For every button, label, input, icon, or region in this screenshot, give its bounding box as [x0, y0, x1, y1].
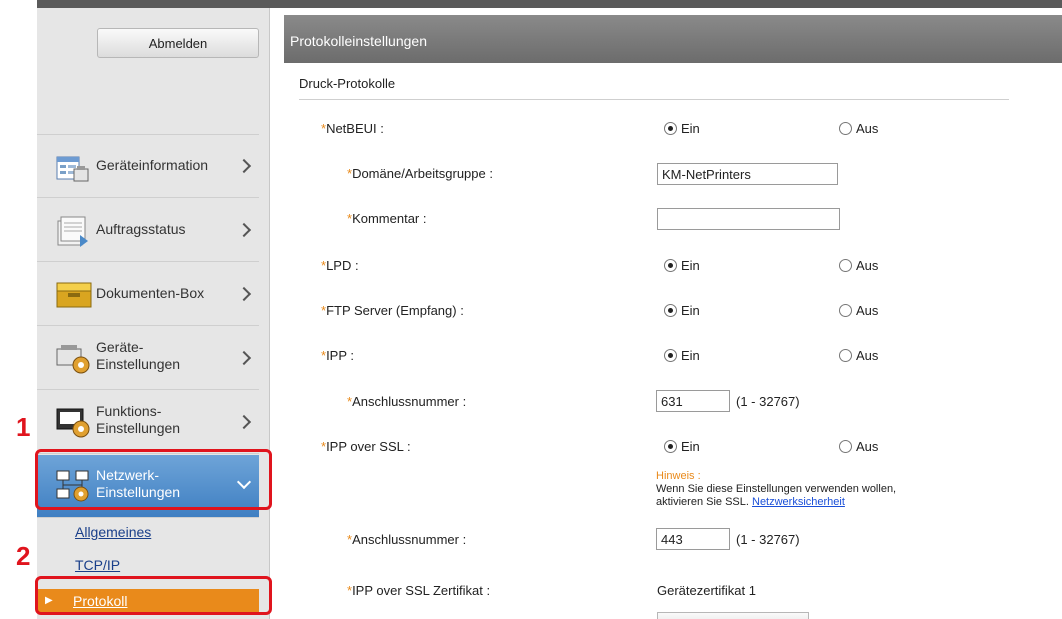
ipp-label: *IPP : [321, 348, 355, 363]
ftp-off-radio[interactable]: Aus [839, 303, 878, 318]
callout-box-1 [35, 449, 272, 510]
sidebar-item-label: Auftragsstatus [96, 221, 186, 237]
sidebar-item-device-info[interactable]: Geräteinformation [37, 135, 259, 198]
netbeui-on-radio[interactable]: Ein [664, 121, 700, 136]
domain-label: *Domäne/Arbeitsgruppe : [347, 166, 493, 181]
left-gutter [0, 0, 37, 619]
chevron-right-icon [236, 222, 252, 238]
sidebar-item-label: Dokumenten-Box [96, 285, 205, 301]
network-security-link[interactable]: Netzwerksicherheit [752, 496, 845, 508]
sidebar-item-function-settings[interactable]: Funktions- Einstellungen [37, 391, 259, 454]
chevron-right-icon [236, 414, 252, 430]
radio-unchecked-icon [839, 122, 852, 135]
callout-box-2 [35, 576, 272, 615]
hint-line-1: Wenn Sie diese Einstellungen verwenden w… [656, 483, 897, 495]
sub-item-tcpip[interactable]: TCP/IP [75, 557, 120, 573]
sidebar-item-label-line1: Geräte- [96, 339, 144, 355]
device-settings-icon [56, 345, 90, 374]
top-bar [37, 0, 1062, 8]
chevron-right-icon [236, 286, 252, 302]
ipp-port-range: (1 - 32767) [736, 394, 800, 409]
ipp-ssl-port-label: *Anschlussnummer : [347, 532, 467, 547]
comment-label: *Kommentar : [347, 211, 427, 226]
logout-button[interactable]: Abmelden [97, 28, 259, 58]
sidebar: Abmelden Geräteinformation Auftragsstatu… [37, 8, 270, 619]
panel-header: Protokolleinstellungen [284, 15, 1062, 63]
ftp-on-radio[interactable]: Ein [664, 303, 700, 318]
section-divider [299, 99, 1009, 100]
lpd-label: *LPD : [321, 258, 359, 273]
sidebar-item-label-line2: Einstellungen [96, 356, 181, 372]
section-title: Druck-Protokolle [299, 76, 396, 91]
sidebar-item-job-status[interactable]: Auftragsstatus [37, 199, 259, 262]
radio-checked-icon [664, 349, 677, 362]
radio-checked-icon [664, 304, 677, 317]
ftp-label: *FTP Server (Empfang) : [321, 303, 464, 318]
sidebar-item-label: Geräteinformation [96, 157, 209, 173]
comment-input[interactable] [657, 208, 840, 230]
ipp-port-input[interactable] [656, 390, 730, 412]
domain-input[interactable] [657, 163, 838, 185]
chevron-right-icon [236, 158, 252, 174]
sidebar-item-device-settings[interactable]: Geräte- Einstellungen [37, 327, 259, 390]
hint-title: Hinweis : [656, 470, 701, 482]
radio-checked-icon [664, 259, 677, 272]
main-panel: Protokolleinstellungen Druck-Protokolle … [284, 15, 1062, 619]
netbeui-label: *NetBEUI : [321, 121, 384, 136]
radio-unchecked-icon [839, 440, 852, 453]
callout-number-1: 1 [16, 412, 31, 442]
sidebar-item-document-box[interactable]: Dokumenten-Box [37, 263, 259, 326]
sidebar-item-label-line1: Funktions- [96, 403, 162, 419]
radio-checked-icon [664, 122, 677, 135]
ipp-ssl-off-radio[interactable]: Aus [839, 439, 878, 454]
chevron-right-icon [236, 350, 252, 366]
sidebar-item-label-line2: Einstellungen [96, 420, 181, 436]
lpd-off-radio[interactable]: Aus [839, 258, 878, 273]
ipp-on-radio[interactable]: Ein [664, 348, 700, 363]
function-settings-icon [56, 408, 90, 438]
job-status-icon [57, 216, 88, 247]
lpd-on-radio[interactable]: Ein [664, 258, 700, 273]
panel-title: Protokolleinstellungen [290, 33, 427, 49]
ipp-ssl-cert-value: Gerätezertifikat 1 [657, 583, 756, 598]
ipp-port-label: *Anschlussnummer : [347, 394, 467, 409]
ipp-ssl-port-input[interactable] [656, 528, 730, 550]
device-info-icon [56, 156, 89, 182]
ipp-ssl-label: *IPP over SSL : [321, 439, 411, 454]
hint-line-2: aktivieren Sie SSL. Netzwerksicherheit [656, 496, 845, 508]
sub-item-general[interactable]: Allgemeines [75, 524, 151, 540]
netbeui-off-radio[interactable]: Aus [839, 121, 878, 136]
ipp-ssl-port-range: (1 - 32767) [736, 532, 800, 547]
radio-unchecked-icon [839, 349, 852, 362]
hint-text: Wenn Sie diese Einstellungen verwenden w… [656, 483, 896, 509]
callout-number-2: 2 [16, 541, 31, 571]
ipp-off-radio[interactable]: Aus [839, 348, 878, 363]
ipp-ssl-cert-label: *IPP over SSL Zertifikat : [347, 583, 491, 598]
ipp-ssl-on-radio[interactable]: Ein [664, 439, 700, 454]
document-box-icon [56, 282, 92, 308]
certificate-button[interactable] [657, 612, 809, 619]
radio-unchecked-icon [839, 259, 852, 272]
radio-checked-icon [664, 440, 677, 453]
radio-unchecked-icon [839, 304, 852, 317]
